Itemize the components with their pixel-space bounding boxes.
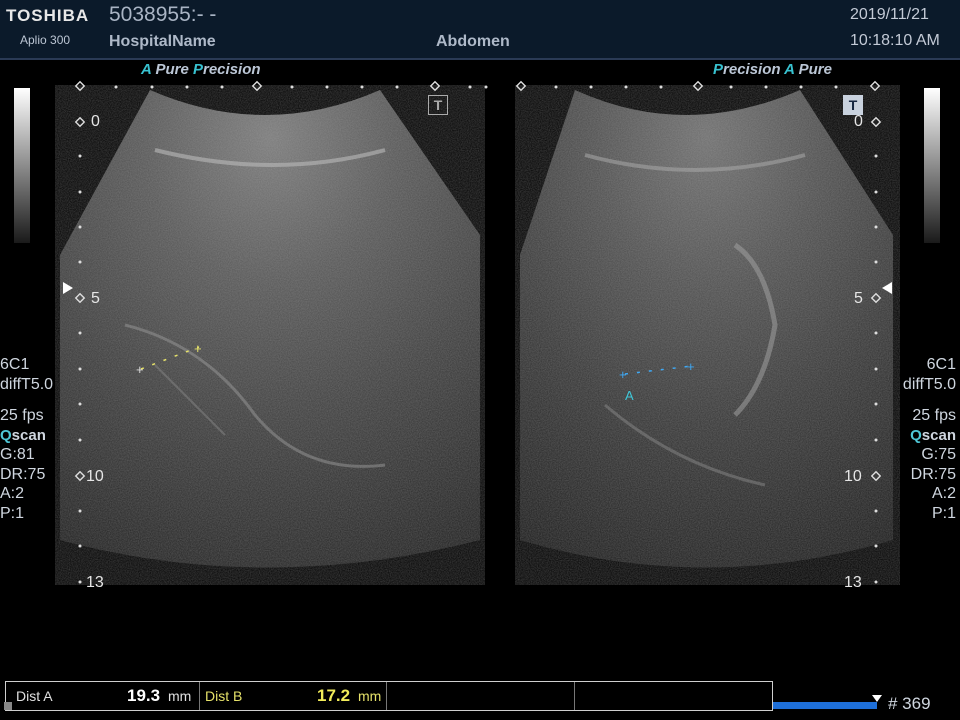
left-qscan-q: Q — [0, 426, 12, 444]
right-depth-0: 0 — [854, 113, 863, 130]
left-depth-scale — [74, 116, 86, 584]
right-depth-13: 13 — [844, 574, 862, 591]
right-p: P:1 — [931, 504, 956, 522]
left-a: A:2 — [0, 485, 25, 502]
cine-progress-bar[interactable] — [773, 702, 877, 709]
left-params-panel: 6C1 diffT5.0 25 fps Qscan G:81 DR:75 A:2… — [0, 355, 53, 523]
measurement-bar: Dist A 19.3 mm Dist B 17.2 mm — [5, 681, 773, 711]
dist-a-value: 19.3 — [127, 686, 161, 705]
left-mode-a: A — [141, 61, 152, 78]
right-mode-p: P — [713, 61, 724, 78]
patient-id: 5038955:- - — [109, 3, 217, 26]
right-qscan-scan: scan — [921, 426, 956, 444]
left-depth-5: 5 — [91, 290, 100, 307]
left-mode-recision: recision — [203, 61, 261, 78]
left-focus-marker-icon — [63, 282, 73, 294]
right-mode-recision: recision — [723, 61, 781, 78]
right-mode-pure: Pure — [798, 61, 832, 78]
left-gain: G:81 — [0, 446, 35, 463]
dist-b-cell[interactable]: Dist B 17.2 mm — [200, 682, 387, 710]
left-depth-13: 13 — [86, 574, 104, 591]
dist-b-label: Dist B — [205, 688, 243, 704]
left-depth-0: 0 — [91, 113, 100, 130]
right-t-marker-icon[interactable]: T — [843, 95, 863, 115]
left-ultrasound-image: + + — [60, 90, 480, 568]
hospital-name: HospitalName — [109, 33, 216, 50]
left-fps: 25 fps — [0, 407, 44, 424]
status-square-icon — [4, 702, 12, 710]
right-probe: 6C1 — [926, 356, 956, 373]
right-depth-5: 5 — [854, 290, 863, 307]
dist-a-cell[interactable]: Dist A 19.3 mm — [6, 682, 200, 710]
exam-type: Abdomen — [436, 33, 510, 50]
right-depth-10: 10 — [844, 468, 862, 485]
right-depth-scale — [870, 116, 882, 584]
dist-a-label: Dist A — [16, 688, 53, 704]
right-fps: 25 fps — [912, 407, 956, 424]
left-mode-label: A Pure Precision — [141, 61, 261, 78]
right-focus-marker-icon — [882, 282, 892, 294]
left-mode-pure: Pure — [155, 61, 189, 78]
left-t-marker-icon[interactable]: T — [428, 95, 448, 115]
header-divider — [0, 58, 960, 60]
left-depth-10: 10 — [86, 468, 104, 485]
svg-text:+: + — [619, 367, 627, 382]
dist-b-unit: mm — [358, 688, 382, 704]
dist-b-value: 17.2 — [317, 686, 351, 705]
left-p: P:1 — [0, 504, 25, 522]
frame-count: # 369 — [888, 694, 931, 713]
left-freq: diffT5.0 — [0, 375, 54, 393]
right-params-panel: 6C1 diffT5.0 25 fps Qscan G:75 DR:75 A:2… — [903, 355, 956, 523]
svg-text:+: + — [194, 341, 202, 356]
left-dr: DR:75 — [0, 465, 46, 483]
left-probe: 6C1 — [0, 356, 30, 373]
right-qscan-q: Q — [910, 426, 922, 444]
right-gain: G:75 — [921, 446, 956, 463]
exam-time: 10:18:10 AM — [850, 32, 940, 49]
right-a: A:2 — [931, 485, 956, 502]
left-qscan: Qscan — [0, 426, 53, 446]
left-grayscale-bar — [14, 88, 30, 243]
brand-logo: TOSHIBA — [6, 6, 90, 25]
caliper-a-label: A — [625, 388, 634, 403]
svg-text:+: + — [687, 359, 695, 374]
cine-position-marker-icon[interactable] — [872, 695, 882, 702]
right-grayscale-bar — [924, 88, 940, 243]
right-mode-label: Precision A Pure — [713, 61, 832, 78]
system-model: Aplio 300 — [20, 33, 71, 47]
left-qscan-scan: scan — [11, 426, 46, 444]
exam-date: 2019/11/21 — [850, 6, 929, 23]
left-mode-p: P — [192, 61, 203, 78]
empty-measure-cell-1[interactable] — [387, 682, 575, 710]
horizontal-scale — [74, 80, 881, 92]
right-ultrasound-image: + + — [520, 90, 893, 568]
empty-measure-cell-2[interactable] — [575, 682, 771, 710]
right-dr: DR:75 — [910, 465, 956, 483]
dist-a-unit: mm — [168, 688, 192, 704]
right-qscan: Qscan — [903, 426, 956, 446]
right-freq: diffT5.0 — [902, 375, 956, 393]
right-mode-a: A — [784, 61, 795, 78]
svg-text:+: + — [136, 362, 144, 377]
